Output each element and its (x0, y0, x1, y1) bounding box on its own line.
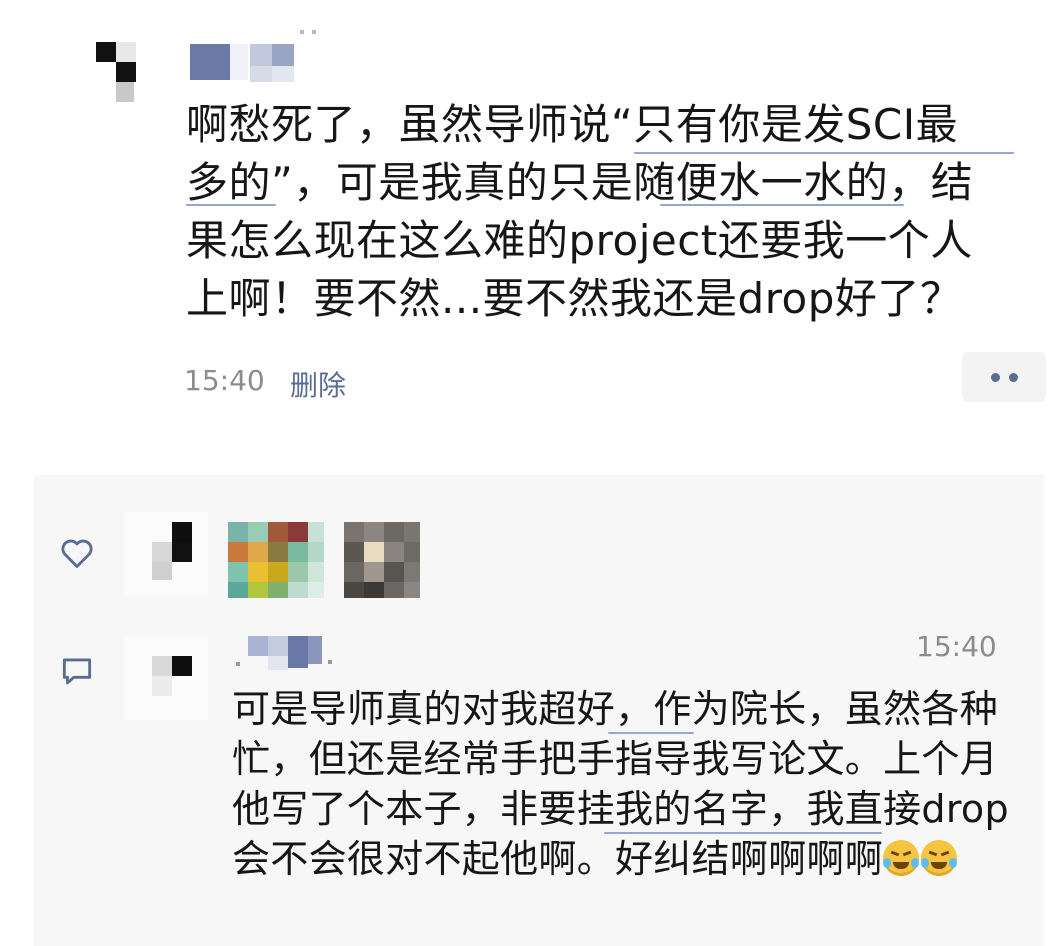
highlight-underline (604, 832, 882, 834)
crying-laugh-emoji-icon (883, 840, 920, 876)
delete-button[interactable]: 删除 (290, 364, 346, 404)
more-dots-icon (1008, 372, 1018, 382)
more-button[interactable] (962, 352, 1046, 402)
more-dots-icon (990, 372, 1000, 382)
comment-bubble-icon (62, 658, 92, 685)
heart-icon (61, 539, 93, 568)
highlight-underline (660, 204, 904, 206)
crying-laugh-emoji-icon (921, 840, 958, 876)
highlight-underline (608, 732, 694, 734)
post-time: 15:40 (184, 364, 265, 397)
comment-text[interactable]: 可是导师真的对我超好，作为院长，虽然各种忙，但还是经常手把手指导我写论文。上个月… (232, 684, 1022, 884)
highlight-underline (634, 152, 1014, 154)
comment-time: 15:40 (916, 630, 997, 663)
post-text: 啊愁死了，虽然导师说“只有你是发SCI最 多的”，可是我真的只是随便水一水的，结… (186, 100, 974, 323)
highlight-underline (186, 204, 276, 206)
